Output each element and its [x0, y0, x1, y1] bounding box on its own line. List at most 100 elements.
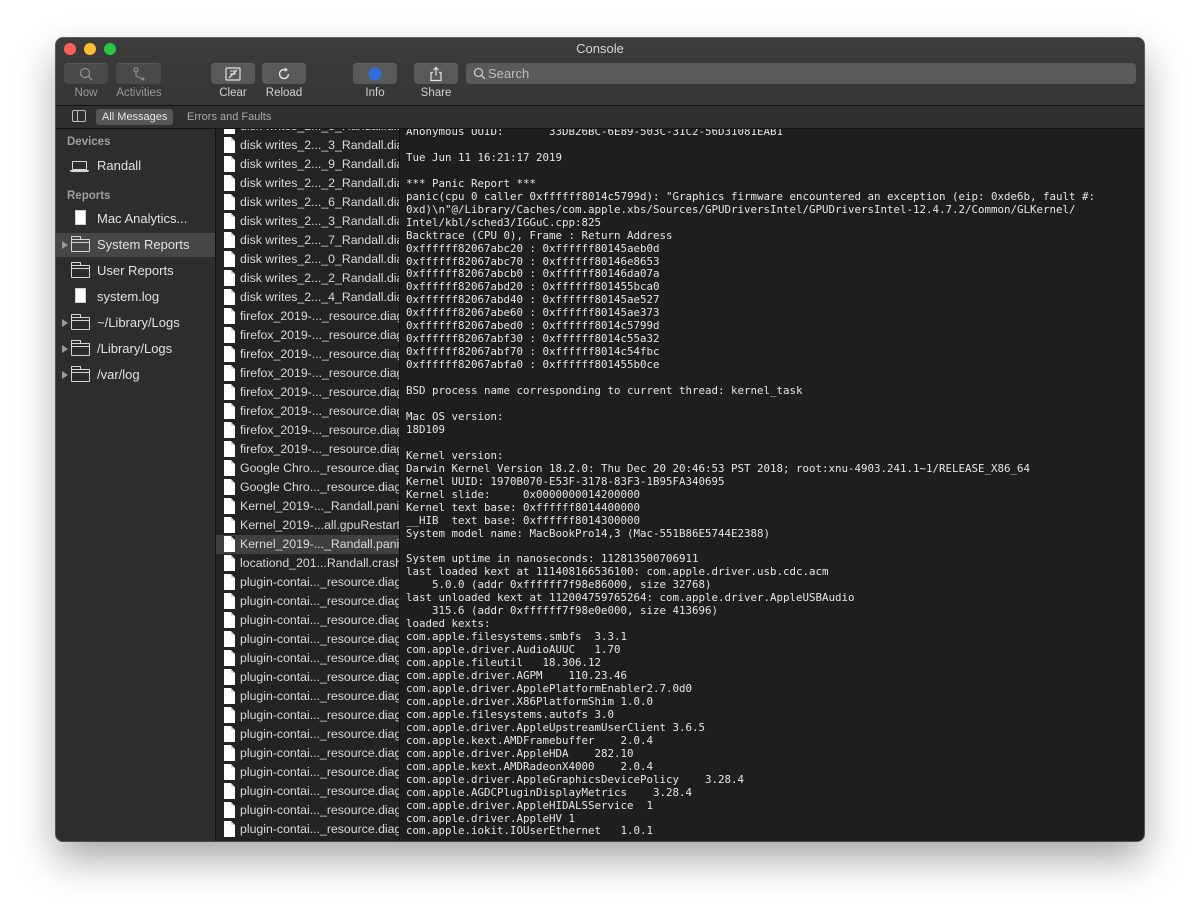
file-list-item[interactable]: disk writes_2..._9_Randall.diag	[216, 155, 399, 174]
filter-bar: All Messages Errors and Faults	[56, 106, 1144, 129]
reload-button[interactable]	[262, 63, 306, 84]
document-icon	[224, 574, 235, 590]
share-button[interactable]	[414, 63, 458, 84]
file-list-item[interactable]: disk writes_2..._0_Randall.diag	[216, 250, 399, 269]
share-icon	[430, 66, 442, 81]
file-list-item[interactable]: Kernel_2019-...all.gpuRestart	[216, 516, 399, 535]
file-list-item[interactable]: plugin-contai..._resource.diag	[216, 592, 399, 611]
file-list-item[interactable]: disk writes_2..._7_Randall.diag	[216, 231, 399, 250]
file-list-item[interactable]: Google Chro..._resource.diag	[216, 478, 399, 497]
report-file-list[interactable]: disk writes_2..._3_Randall.diag disk writ…	[216, 129, 400, 841]
file-list-item[interactable]: firefox_2019-..._resource.diag	[216, 440, 399, 459]
tab-errors-and-faults[interactable]: Errors and Faults	[181, 109, 277, 125]
search-field[interactable]	[466, 63, 1136, 84]
file-name: plugin-contai..._resource.diag	[240, 613, 400, 627]
log-line: 18D109	[406, 422, 446, 436]
clear-button[interactable]	[211, 63, 255, 84]
file-list-item[interactable]: disk writes_2..._4_Randall.diag	[216, 288, 399, 307]
sidebar-item-mac-analytics[interactable]: Mac Analytics...	[56, 207, 215, 231]
document-icon	[224, 460, 235, 476]
sidebar-item-label: /Library/Logs	[97, 341, 173, 356]
file-list-item[interactable]: firefox_2019-..._resource.diag	[216, 364, 399, 383]
log-line: __HIB text base: 0xffffff8014300000	[406, 513, 641, 527]
file-list-item[interactable]: Kernel_2019-..._Randall.panic	[216, 497, 399, 516]
sidebar-item-system-reports[interactable]: System Reports	[56, 233, 215, 257]
now-button[interactable]	[64, 63, 108, 84]
document-icon	[224, 593, 235, 609]
document-icon	[224, 783, 235, 799]
file-list-item[interactable]: disk writes_2..._3_Randall.diag	[216, 129, 399, 136]
sidebar-item-system-log[interactable]: system.log	[56, 285, 215, 309]
log-line: Anonymous UUID: 33DB26BC-6E89-503C-31C2-…	[406, 129, 784, 138]
file-list-item[interactable]: firefox_2019-..._resource.diag	[216, 383, 399, 402]
file-name: disk writes_2..._2_Randall.diag	[240, 176, 400, 190]
sidebar-item-device[interactable]: Randall	[56, 154, 215, 178]
file-name: plugin-contai..._resource.diag	[240, 689, 400, 703]
file-name: plugin-contai..._resource.diag	[240, 594, 400, 608]
file-list-item[interactable]: plugin-contai..._resource.diag	[216, 820, 399, 839]
file-list-item[interactable]: plugin-contai..._resource.diag	[216, 725, 399, 744]
file-list-item[interactable]: plugin-contai..._resource.diag	[216, 763, 399, 782]
activities-label: Activities	[116, 87, 162, 99]
disclosure-triangle-icon[interactable]	[62, 371, 68, 379]
sidebar-item-library-logs[interactable]: /Library/Logs	[56, 337, 215, 361]
file-list-item[interactable]: plugin-contai..._resource.diag	[216, 706, 399, 725]
file-list-item[interactable]: plugin-contai..._resource.diag	[216, 782, 399, 801]
sidebar-toggle-icon[interactable]	[72, 110, 86, 122]
now-label: Now	[74, 87, 98, 99]
log-line: com.apple.AGDCPluginDisplayMetrics 3.28.…	[406, 785, 693, 799]
file-list-item[interactable]: disk writes_2..._2_Randall.diag	[216, 174, 399, 193]
file-list-item[interactable]: disk writes_2..._2_Randall.diag	[216, 269, 399, 288]
file-list-item[interactable]: plugin-contai..._resource.diag	[216, 630, 399, 649]
sidebar-item-user-library-logs[interactable]: ~/Library/Logs	[56, 311, 215, 335]
folder-icon	[71, 314, 90, 330]
file-list-item[interactable]: plugin-contai..._resource.diag	[216, 668, 399, 687]
sidebar-item-label: User Reports	[97, 263, 174, 278]
file-list-item[interactable]: Google Chro..._resource.diag	[216, 459, 399, 478]
laptop-icon	[70, 161, 89, 172]
log-line: panic(cpu 0 caller 0xffffff8014c5799d): …	[406, 189, 1096, 203]
log-line: Backtrace (CPU 0), Frame : Return Addres…	[406, 228, 673, 242]
file-name: disk writes_2..._7_Randall.diag	[240, 233, 400, 247]
folder-icon	[71, 262, 90, 278]
log-line: com.apple.iokit.IOUserEthernet 1.0.1	[406, 824, 654, 838]
file-list-item[interactable]: plugin-contai..._resource.diag	[216, 801, 399, 820]
file-list-item[interactable]: plugin-contai..._resource.diag	[216, 611, 399, 630]
file-list-item[interactable]: firefox_2019-..._resource.diag	[216, 307, 399, 326]
document-icon	[224, 555, 235, 571]
disclosure-triangle-icon[interactable]	[62, 319, 68, 327]
file-list-item[interactable]: plugin-contai..._resource.diag	[216, 687, 399, 706]
file-icon	[75, 288, 86, 303]
log-line: Tue Jun 11 16:21:17 2019	[406, 150, 563, 164]
search-input[interactable]	[488, 63, 1128, 84]
file-list-item[interactable]: firefox_2019-..._resource.diag	[216, 326, 399, 345]
sidebar-item-user-reports[interactable]: User Reports	[56, 259, 215, 283]
file-list-item[interactable]: firefox_2019-..._resource.diag	[216, 421, 399, 440]
info-button[interactable]	[353, 63, 397, 84]
tab-all-messages[interactable]: All Messages	[96, 109, 174, 125]
document-icon	[224, 612, 235, 628]
file-list-item[interactable]: disk writes_2..._3_Randall.diag	[216, 212, 399, 231]
log-line: *** Panic Report ***	[406, 176, 537, 190]
file-name: disk writes_2..._6_Randall.diag	[240, 195, 400, 209]
sidebar-item-var-log[interactable]: /var/log	[56, 363, 215, 387]
document-icon	[224, 213, 235, 229]
disclosure-triangle-icon[interactable]	[62, 241, 68, 249]
file-list-item[interactable]: disk writes_2..._3_Randall.diag	[216, 136, 399, 155]
sidebar-item-label: ~/Library/Logs	[97, 315, 180, 330]
file-list-item[interactable]: plugin-contai..._resource.diag	[216, 573, 399, 592]
file-list-item[interactable]: firefox_2019-..._resource.diag	[216, 345, 399, 364]
file-list-item[interactable]: plugin-contai..._resource.diag	[216, 744, 399, 763]
file-name: plugin-contai..._resource.diag	[240, 746, 400, 760]
file-list-item[interactable]: disk writes_2..._6_Randall.diag	[216, 193, 399, 212]
reload-icon	[278, 67, 290, 79]
document-icon	[224, 422, 235, 438]
file-list-item[interactable]: firefox_2019-..._resource.diag	[216, 402, 399, 421]
file-list-item[interactable]: Kernel_2019-..._Randall.panic	[216, 535, 399, 554]
file-list-item[interactable]: locationd_201...Randall.crash	[216, 554, 399, 573]
report-content[interactable]: Anonymous UUID: 33DB26BC-6E89-503C-31C2-…	[400, 129, 1144, 841]
activities-button[interactable]	[116, 63, 161, 84]
file-list-item[interactable]: plugin-contai..._resource.diag	[216, 649, 399, 668]
disclosure-triangle-icon[interactable]	[62, 345, 68, 353]
folder-icon	[71, 236, 90, 252]
